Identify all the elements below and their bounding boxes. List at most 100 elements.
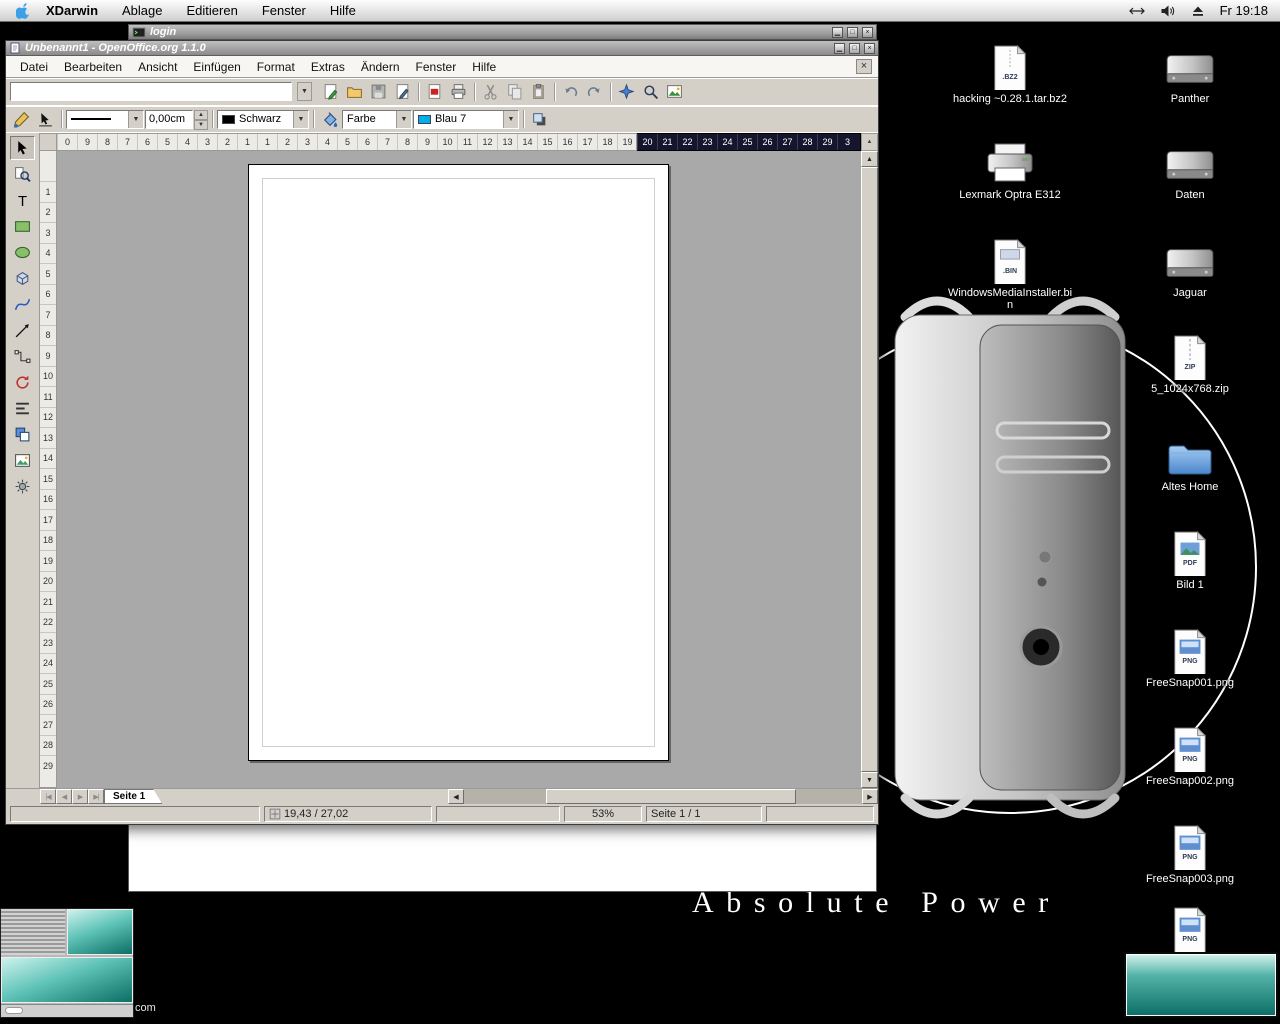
menu-ansicht[interactable]: Ansicht	[130, 57, 185, 77]
url-combobox[interactable]	[10, 82, 292, 101]
drawing-canvas[interactable]	[57, 151, 861, 788]
desktop-icon-jaguar[interactable]: Jaguar	[1125, 236, 1255, 299]
edit-points-button[interactable]	[34, 108, 57, 131]
desktop-icon-freesnap001[interactable]: PNG FreeSnap001.png	[1125, 626, 1255, 689]
stepper-down-icon[interactable]: ▼	[194, 120, 208, 130]
openoffice-titlebar[interactable]: Unbenannt1 - OpenOffice.org 1.1.0 ▁ □ ×	[6, 41, 878, 56]
vertical-scrollbar[interactable]: ▲ ▼	[861, 151, 878, 788]
drawing-page[interactable]	[248, 164, 669, 761]
connector-tool[interactable]	[10, 344, 35, 368]
line-color-dropdown[interactable]: ▼	[293, 111, 308, 128]
rectangle-tool[interactable]	[10, 214, 35, 238]
navigator-button[interactable]	[615, 80, 638, 103]
line-style-dropdown[interactable]: ▼	[128, 111, 143, 128]
fill-style-combobox[interactable]: Farbe ▼	[342, 110, 412, 129]
page-tab-seite-1[interactable]: Seite 1	[104, 789, 162, 804]
partial-window-bottom-left[interactable]	[0, 908, 134, 1018]
login-titlebar[interactable]: login ▁ □ ×	[129, 25, 876, 40]
maximize-button[interactable]: □	[847, 27, 858, 38]
stepper-up-icon[interactable]: ▲	[194, 110, 208, 120]
save-button[interactable]	[367, 80, 390, 103]
scroll-down-button[interactable]: ▼	[861, 772, 878, 788]
menu-bearbeiten[interactable]: Bearbeiten	[56, 57, 130, 77]
status-zoom-field[interactable]: 53%	[564, 806, 642, 822]
volume-icon[interactable]	[1160, 4, 1176, 18]
previous-page-button[interactable]: ◀	[56, 789, 72, 804]
horizontal-scroll-thumb[interactable]	[546, 789, 796, 804]
menu-extras[interactable]: Extras	[303, 57, 353, 77]
zoom-button[interactable]	[639, 80, 662, 103]
pdf-export-button[interactable]	[423, 80, 446, 103]
desktop-icon-panther[interactable]: Panther	[1125, 42, 1255, 105]
curve-tool[interactable]	[10, 292, 35, 316]
zoom-tool[interactable]	[10, 162, 35, 186]
desktop-icon-freesnap002[interactable]: PNG FreeSnap002.png	[1125, 724, 1255, 787]
line-color-combobox[interactable]: Schwarz ▼	[217, 110, 309, 129]
close-button[interactable]: ×	[864, 43, 875, 54]
lines-arrows-tool[interactable]	[10, 318, 35, 342]
last-page-button[interactable]: ▶|	[88, 789, 104, 804]
scroll-left-button[interactable]: ◀	[448, 789, 464, 804]
minimize-button[interactable]: ▁	[832, 27, 843, 38]
pen-button[interactable]	[10, 108, 33, 131]
horizontal-scrollbar[interactable]: ◀ ▶	[448, 789, 878, 804]
desktop-icon-freesnap004[interactable]: PNG	[1125, 904, 1255, 955]
display-toggle-icon[interactable]	[1129, 5, 1145, 17]
cut-button[interactable]	[479, 80, 502, 103]
select-tool[interactable]	[10, 136, 35, 160]
desktop-icon-daten[interactable]: Daten	[1125, 138, 1255, 201]
ruler-corner-button[interactable]: ▲	[861, 133, 878, 151]
shadow-button[interactable]	[528, 108, 551, 131]
minimize-button[interactable]: ▁	[834, 43, 845, 54]
horizontal-scroll-track[interactable]	[464, 789, 862, 804]
ellipse-tool[interactable]	[10, 240, 35, 264]
area-fill-button[interactable]	[318, 108, 341, 131]
menu-ablage[interactable]: Ablage	[110, 3, 174, 18]
menu-fenster[interactable]: Fenster	[250, 3, 318, 18]
arrange-tool[interactable]	[10, 422, 35, 446]
scroll-up-button[interactable]: ▲	[861, 151, 878, 167]
line-style-combobox[interactable]: ▼	[66, 110, 144, 129]
insert-tool[interactable]	[10, 448, 35, 472]
footer-button[interactable]	[5, 1007, 23, 1014]
line-width-field[interactable]	[145, 110, 193, 129]
print-button[interactable]	[447, 80, 470, 103]
document-close-button[interactable]: ×	[856, 59, 872, 74]
desktop-icon-hacking-tar-bz2[interactable]: .BZ2 hacking ~0.28.1.tar.bz2	[945, 42, 1075, 105]
gallery-button[interactable]	[663, 80, 686, 103]
desktop-icon-zip[interactable]: ZIP 5_1024x768.zip	[1125, 332, 1255, 395]
fill-style-dropdown[interactable]: ▼	[396, 111, 411, 128]
undo-button[interactable]	[559, 80, 582, 103]
url-dropdown-button[interactable]: ▼	[297, 82, 312, 101]
new-doc-button[interactable]	[319, 80, 342, 103]
menu-xdarwin[interactable]: XDarwin	[34, 3, 110, 18]
desktop-icon-altes-home[interactable]: Altes Home	[1125, 430, 1255, 493]
scroll-right-button[interactable]: ▶	[862, 789, 878, 804]
interaction-tool[interactable]	[10, 474, 35, 498]
copy-button[interactable]	[503, 80, 526, 103]
menu-editieren[interactable]: Editieren	[175, 3, 250, 18]
next-page-button[interactable]: ▶	[72, 789, 88, 804]
close-button[interactable]: ×	[862, 27, 873, 38]
menu-format[interactable]: Format	[249, 57, 303, 77]
fill-color-dropdown[interactable]: ▼	[503, 111, 518, 128]
rotate-tool[interactable]	[10, 370, 35, 394]
menu-datei[interactable]: Datei	[12, 57, 56, 77]
desktop-icon-freesnap003[interactable]: PNG FreeSnap003.png	[1125, 822, 1255, 885]
text-tool[interactable]: T	[10, 188, 35, 212]
partial-window-bottom-right[interactable]	[1124, 952, 1278, 1018]
first-page-button[interactable]: |◀	[40, 789, 56, 804]
vertical-scroll-thumb[interactable]	[861, 167, 878, 772]
desktop-icon-windows-media-installer[interactable]: .BIN WindowsMediaInstaller.bin	[945, 236, 1075, 311]
alignment-tool[interactable]	[10, 396, 35, 420]
menu-bar-clock[interactable]: Fr 19:18	[1220, 3, 1268, 18]
fill-color-combobox[interactable]: Blau 7 ▼	[413, 110, 519, 129]
menu-fenster[interactable]: Fenster	[408, 57, 465, 77]
open-button[interactable]	[343, 80, 366, 103]
menu-hilfe[interactable]: Hilfe	[318, 3, 368, 18]
eject-icon[interactable]	[1191, 4, 1205, 17]
3d-objects-tool[interactable]	[10, 266, 35, 290]
line-width-stepper[interactable]: ▲ ▼	[194, 110, 208, 129]
apple-menu[interactable]	[12, 2, 34, 19]
desktop-icon-bild-1[interactable]: PDF Bild 1	[1125, 528, 1255, 591]
